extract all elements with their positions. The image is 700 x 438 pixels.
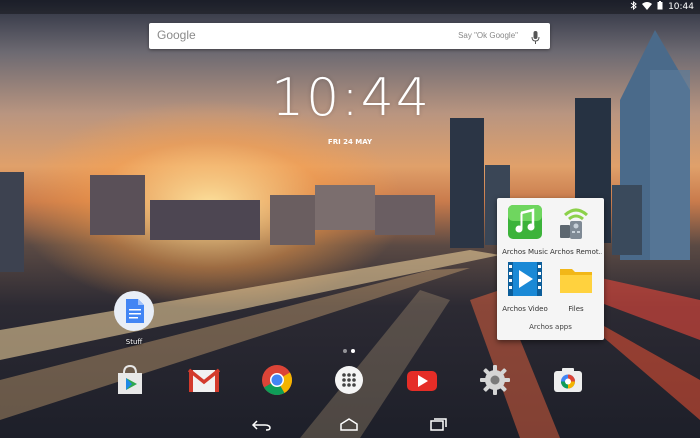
gmail-icon[interactable] [187,363,221,397]
google-search-bar[interactable]: Google Say "Ok Google" [149,23,550,49]
app-label: Archos Music [502,248,548,256]
page-indicator [343,349,355,353]
wifi-icon [642,1,653,13]
docs-icon [114,291,154,331]
clock-widget[interactable]: 10:44 [270,68,432,128]
app-drawer-icon[interactable] [332,363,366,397]
app-label: Archos Remot... [550,248,602,256]
app-label: Files [568,305,584,313]
navigation-bar [0,413,700,438]
app-label: Archos Video [502,305,548,313]
folder-archos-apps: Archos Music Archos Remot... Archos Vide… [497,198,604,340]
page-dot-active [351,349,355,353]
youtube-icon[interactable] [405,363,439,397]
home-icon[interactable] [338,417,360,433]
date-label: FRI 24 MAY [327,138,373,146]
folder-name: Archos apps [529,323,572,331]
play-store-icon[interactable] [113,363,147,397]
back-icon[interactable] [251,417,273,433]
archos-remote-icon [560,208,589,239]
archos-video-icon [508,262,542,296]
folder-icon [560,269,592,293]
battery-icon [657,1,663,13]
microphone-icon[interactable] [531,29,540,48]
shortcut-label: Stuff [125,338,143,346]
shortcut-stuff[interactable]: Stuff [113,290,155,346]
app-archos-video[interactable]: Archos Video [499,260,551,313]
camera-icon[interactable] [551,363,585,397]
dock [0,363,700,399]
app-files[interactable]: Files [550,260,602,313]
search-hint: Say "Ok Google" [458,31,518,40]
status-bar: 10:44 [0,0,700,14]
settings-icon[interactable] [478,363,512,397]
archos-music-icon [508,205,542,239]
bluetooth-icon [630,0,637,13]
page-dot [343,349,347,353]
google-logo: Google [157,28,196,42]
recents-icon[interactable] [427,417,449,433]
chrome-icon[interactable] [260,363,294,397]
app-archos-remote[interactable]: Archos Remot... [550,203,602,256]
app-archos-music[interactable]: Archos Music [499,203,551,256]
status-time: 10:44 [668,2,694,12]
